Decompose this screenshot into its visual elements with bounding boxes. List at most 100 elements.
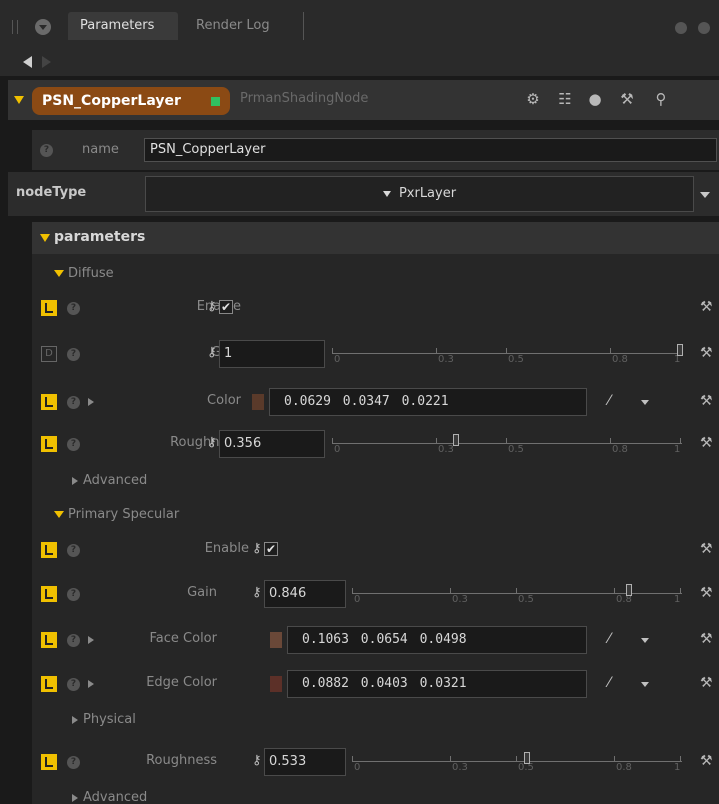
group-physical-label: Physical [83, 712, 136, 727]
gear-icon[interactable]: ⚙ [524, 90, 542, 108]
slider-tick [506, 438, 507, 444]
roughness-slider[interactable]: 0 0.3 0.5 0.8 1 [332, 430, 682, 458]
lock-badge-icon[interactable] [41, 676, 57, 692]
slider-handle[interactable] [524, 752, 530, 764]
drag-grip-icon[interactable] [12, 20, 18, 34]
slider-track[interactable] [332, 443, 682, 444]
slider-handle[interactable] [677, 344, 683, 356]
hierarchy-icon[interactable]: ☷ [556, 90, 574, 108]
maximize-icon[interactable] [675, 22, 687, 34]
lock-badge-icon[interactable] [41, 542, 57, 558]
help-icon[interactable]: ? [67, 756, 80, 769]
help-icon[interactable]: ? [67, 678, 80, 691]
key-icon[interactable]: ⚷ [252, 584, 264, 602]
chevron-down-icon[interactable] [641, 400, 649, 405]
eyedropper-icon[interactable]: ⁄ [608, 392, 626, 410]
lock-badge-icon[interactable] [41, 632, 57, 648]
enable-checkbox[interactable]: ✔ [264, 542, 278, 556]
wrench-icon[interactable]: ⚒ [700, 434, 716, 452]
gain-input[interactable]: 1 [219, 340, 325, 368]
help-icon[interactable]: ? [67, 634, 80, 647]
group-physical[interactable]: Physical [72, 712, 136, 727]
color-b: 0.0221 [401, 394, 449, 409]
help-icon[interactable]: ? [40, 144, 53, 157]
tab-render-log[interactable]: Render Log [184, 12, 304, 40]
wrench-icon[interactable]: ⚒ [700, 298, 716, 316]
slider-track[interactable] [352, 761, 682, 762]
search-icon[interactable]: ⚲ [652, 90, 670, 108]
expand-triangle-icon[interactable] [88, 398, 94, 406]
slider-handle[interactable] [626, 584, 632, 596]
slider-track[interactable] [332, 353, 682, 354]
expand-triangle-icon[interactable] [88, 636, 94, 644]
color-rgb-input[interactable]: 0.0629 0.0347 0.0221 [269, 388, 587, 416]
color-swatch[interactable] [252, 394, 264, 410]
close-icon[interactable] [698, 22, 710, 34]
name-input[interactable]: PSN_CopperLayer [144, 138, 717, 162]
slider-handle[interactable] [453, 434, 459, 446]
back-arrow-icon[interactable] [23, 56, 32, 68]
lock-badge-icon[interactable] [41, 300, 57, 316]
group-diffuse[interactable]: Diffuse [54, 266, 114, 281]
wrench-icon[interactable]: ⚒ [700, 630, 716, 648]
gain-slider[interactable]: 0 0.3 0.5 0.8 1 [332, 340, 683, 368]
help-icon[interactable]: ? [67, 396, 80, 409]
key-icon[interactable]: ⚷ [252, 752, 264, 770]
lock-badge-icon[interactable] [41, 436, 57, 452]
param-label: Enable [204, 541, 249, 556]
wrench-icon[interactable]: ⚒ [700, 540, 716, 558]
expand-triangle-icon[interactable] [88, 680, 94, 688]
wrench-icon[interactable]: ⚒ [618, 90, 636, 108]
eyedropper-icon[interactable]: ⁄ [608, 630, 626, 648]
key-icon[interactable]: ⚷ [207, 434, 219, 452]
parameters-group-header[interactable]: parameters [32, 222, 719, 254]
collapse-triangle-icon[interactable] [14, 96, 24, 104]
gain-input[interactable]: 0.846 [264, 580, 346, 608]
roughness-input[interactable]: 0.356 [219, 430, 325, 458]
help-icon[interactable]: ? [67, 438, 80, 451]
slider-tick-label: 0.8 [612, 444, 628, 455]
group-specular-advanced[interactable]: Advanced [72, 790, 147, 804]
roughness-slider[interactable]: 0 0.3 0.5 0.8 1 [352, 748, 682, 776]
gain-slider[interactable]: 0 0.3 0.5 0.8 1 [352, 580, 682, 608]
wrench-icon[interactable]: ⚒ [700, 344, 716, 362]
chevron-down-icon[interactable] [641, 682, 649, 687]
enable-checkbox[interactable]: ✔ [219, 300, 233, 314]
color-swatch[interactable] [270, 676, 282, 692]
help-icon[interactable]: ? [67, 348, 80, 361]
wrench-icon[interactable]: ⚒ [700, 752, 716, 770]
lock-badge-icon[interactable] [41, 394, 57, 410]
group-diffuse-advanced[interactable]: Advanced [72, 473, 147, 488]
edge-color-rgb-input[interactable]: 0.0882 0.0403 0.0321 [287, 670, 587, 698]
help-icon[interactable]: ? [67, 544, 80, 557]
wrench-icon[interactable]: ⚒ [700, 584, 716, 602]
help-icon[interactable]: ? [67, 588, 80, 601]
node-type-select[interactable]: PxrLayer [145, 176, 694, 212]
help-icon[interactable]: ? [67, 302, 80, 315]
param-specular-edge-color: ? Edge Color 0.0882 0.0403 0.0321 ⁄ ⚒ [41, 670, 719, 698]
comment-icon[interactable]: ● [586, 90, 604, 108]
default-badge-icon[interactable]: D [41, 346, 57, 362]
color-swatch[interactable] [270, 632, 282, 648]
slider-track[interactable] [352, 593, 682, 594]
key-icon[interactable]: ⚷ [207, 344, 219, 362]
key-icon[interactable]: ⚷ [207, 298, 219, 316]
face-color-rgb-input[interactable]: 0.1063 0.0654 0.0498 [287, 626, 587, 654]
tab-parameters[interactable]: Parameters [68, 12, 178, 40]
key-icon[interactable]: ⚷ [252, 540, 264, 558]
chevron-down-icon[interactable] [700, 192, 710, 198]
forward-arrow-icon[interactable] [42, 56, 51, 68]
node-name-badge[interactable]: PSN_CopperLayer [32, 87, 230, 115]
panel-menu-icon[interactable] [35, 19, 51, 35]
chevron-down-icon[interactable] [641, 638, 649, 643]
eyedropper-icon[interactable]: ⁄ [608, 674, 626, 692]
wrench-icon[interactable]: ⚒ [700, 674, 716, 692]
node-header: PSN_CopperLayer PrmanShadingNode ⚙ ☷ ● ⚒… [8, 80, 719, 120]
wrench-icon[interactable]: ⚒ [700, 392, 716, 410]
lock-badge-icon[interactable] [41, 754, 57, 770]
slider-tick [614, 756, 615, 762]
slider-tick [516, 588, 517, 594]
roughness-input[interactable]: 0.533 [264, 748, 346, 776]
lock-badge-icon[interactable] [41, 586, 57, 602]
group-primary-specular[interactable]: Primary Specular [54, 507, 179, 522]
